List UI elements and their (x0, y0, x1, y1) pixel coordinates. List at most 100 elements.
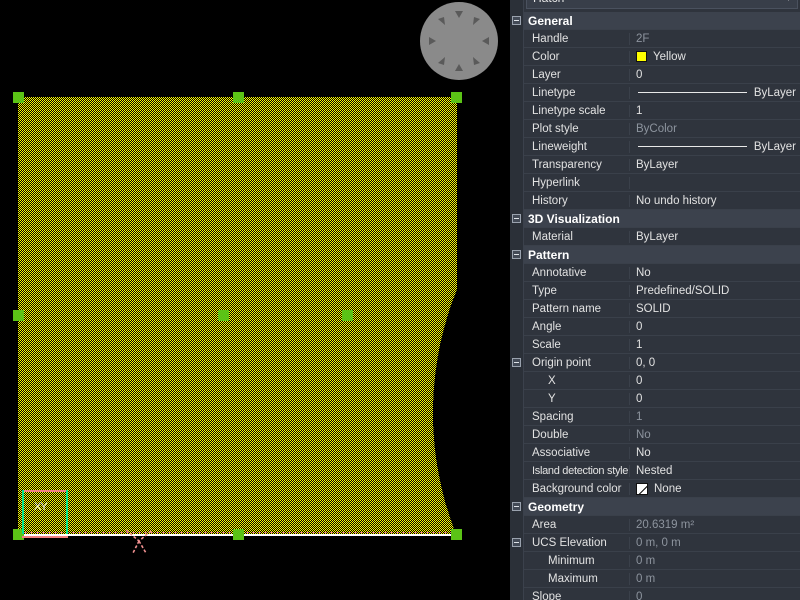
group-collapse-icon[interactable] (510, 11, 524, 30)
property-value[interactable]: SOLID (630, 303, 800, 315)
property-value[interactable]: 0 (630, 393, 800, 405)
grip-center[interactable] (218, 310, 229, 321)
group-collapse-icon[interactable] (510, 497, 524, 516)
property-name: Linetype scale (524, 104, 630, 117)
property-row[interactable]: Double No (510, 425, 800, 444)
grip-top-mid[interactable] (233, 92, 244, 103)
row-spacer (510, 119, 524, 138)
property-value-text: ByColor (636, 122, 677, 135)
property-row[interactable]: Type Predefined/SOLID (510, 281, 800, 300)
property-row[interactable]: Layer 0 (510, 65, 800, 84)
property-row[interactable]: Slope 0 (510, 587, 800, 600)
object-type-label: Hatch (533, 0, 786, 5)
row-spacer (510, 227, 524, 246)
property-row[interactable]: Handle 2F (510, 29, 800, 48)
property-group-title: General (528, 13, 573, 28)
property-row[interactable]: Annotative No (510, 263, 800, 282)
property-row[interactable]: Minimum 0 m (510, 551, 800, 570)
property-row[interactable]: X0 (510, 371, 800, 390)
property-group-header[interactable]: Pattern (510, 245, 800, 264)
property-name: Lineweight (524, 140, 630, 153)
grip-bottom-mid[interactable] (233, 529, 244, 540)
properties-panel: Hatch ▾ General Handle 2F Color Yellow Layer 0… (510, 0, 800, 600)
property-value[interactable]: No undo history (630, 195, 800, 207)
orbit-navigation-widget[interactable] (420, 2, 498, 80)
property-value[interactable]: 0 m (630, 573, 800, 585)
property-value[interactable]: 1 (630, 105, 800, 117)
grip-top-left[interactable] (13, 92, 24, 103)
property-value[interactable]: 0 m, 0 m (630, 537, 800, 549)
property-group-title: Geometry (528, 499, 585, 514)
row-collapse-icon[interactable] (510, 353, 524, 372)
property-value-text: No (636, 446, 651, 459)
property-value[interactable]: 0 m (630, 555, 800, 567)
property-row[interactable]: Pattern name SOLID (510, 299, 800, 318)
property-value[interactable]: None (630, 482, 800, 495)
property-value[interactable]: ByLayer (630, 141, 800, 153)
property-row[interactable]: Angle 0 (510, 317, 800, 336)
property-value[interactable]: ByLayer (630, 231, 800, 243)
property-row[interactable]: UCS Elevation 0 m, 0 m (510, 533, 800, 552)
property-value[interactable]: 1 (630, 339, 800, 351)
property-value[interactable]: 0 (630, 321, 800, 333)
property-row[interactable]: Spacing 1 (510, 407, 800, 426)
linetype-preview-icon (638, 92, 747, 93)
property-value[interactable]: Nested (630, 465, 800, 477)
property-row[interactable]: Color Yellow (510, 47, 800, 66)
property-group-header[interactable]: General (510, 11, 800, 30)
property-group-title: Pattern (528, 247, 570, 262)
grip-left-mid[interactable] (13, 310, 24, 321)
property-value-text: 0 (636, 320, 643, 333)
property-row[interactable]: History No undo history (510, 191, 800, 210)
property-row[interactable]: Linetype scale 1 (510, 101, 800, 120)
row-spacer (510, 155, 524, 174)
property-group-header[interactable]: 3D Visualization (510, 209, 800, 228)
property-value[interactable]: ByLayer (630, 159, 800, 171)
drawing-canvas[interactable]: XY (0, 0, 510, 600)
property-group-header[interactable]: Geometry (510, 497, 800, 516)
grip-bottom-right[interactable] (451, 529, 462, 540)
property-value[interactable]: 20.6319 m² (630, 519, 800, 531)
property-row[interactable]: Transparency ByLayer (510, 155, 800, 174)
property-value[interactable]: 1 (630, 411, 800, 423)
property-value[interactable]: 0 (630, 591, 800, 600)
property-value[interactable]: Yellow (630, 51, 800, 63)
property-value[interactable]: No (630, 429, 800, 441)
object-type-dropdown[interactable]: Hatch ▾ (526, 0, 798, 9)
property-row[interactable]: Origin point 0, 0 (510, 353, 800, 372)
property-name: History (524, 194, 630, 207)
property-value[interactable]: Predefined/SOLID (630, 285, 800, 297)
property-row[interactable]: Background color None (510, 479, 800, 498)
property-value[interactable]: 0 (630, 375, 800, 387)
property-value[interactable]: 0, 0 (630, 357, 800, 369)
property-row[interactable]: Plot style ByColor (510, 119, 800, 138)
property-value[interactable]: ByColor (630, 123, 800, 135)
property-row[interactable]: Linetype ByLayer (510, 83, 800, 102)
property-row[interactable]: Area 20.6319 m² (510, 515, 800, 534)
property-name: Y (524, 392, 630, 405)
property-row[interactable]: Material ByLayer (510, 227, 800, 246)
group-collapse-icon[interactable] (510, 245, 524, 264)
property-row[interactable]: Scale 1 (510, 335, 800, 354)
property-value-text: 0 (636, 392, 643, 405)
property-name: UCS Elevation (524, 536, 630, 549)
property-row[interactable]: Hyperlink (510, 173, 800, 192)
property-value[interactable]: No (630, 447, 800, 459)
row-collapse-icon[interactable] (510, 533, 524, 552)
hatch-object-selected[interactable] (18, 97, 457, 535)
property-row[interactable]: Island detection style Nested (510, 461, 800, 480)
property-row[interactable]: Y0 (510, 389, 800, 408)
property-row[interactable]: Lineweight ByLayer (510, 137, 800, 156)
group-collapse-icon[interactable] (510, 209, 524, 228)
property-value[interactable]: No (630, 267, 800, 279)
property-value[interactable]: ByLayer (630, 87, 800, 99)
grip-top-right[interactable] (451, 92, 462, 103)
property-value[interactable]: 0 (630, 69, 800, 81)
property-name: Origin point (524, 356, 630, 369)
ucs-axis-icon: XY (22, 490, 74, 538)
property-row[interactable]: Associative No (510, 443, 800, 462)
ucs-icon-label: XY (34, 501, 48, 513)
grip-arc-mid[interactable] (342, 310, 353, 321)
property-value[interactable]: 2F (630, 33, 800, 45)
property-row[interactable]: Maximum 0 m (510, 569, 800, 588)
